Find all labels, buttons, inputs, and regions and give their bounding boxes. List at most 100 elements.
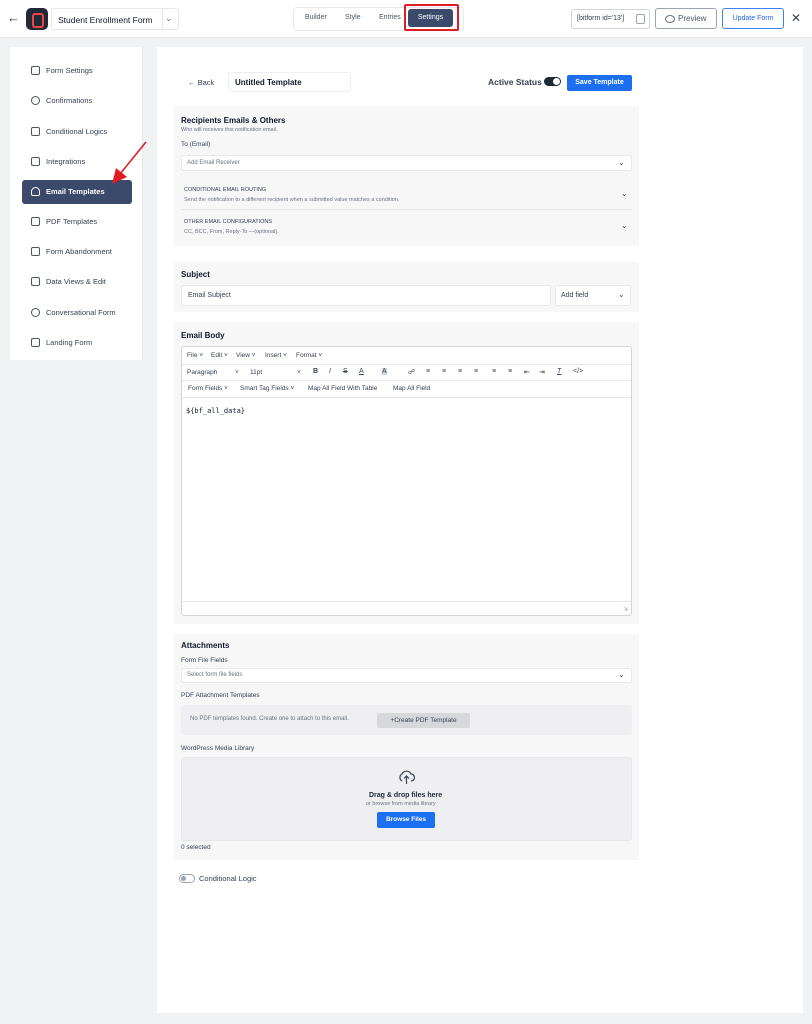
file-icon [31,217,40,226]
align-right-icon[interactable]: ≡ [458,368,462,375]
back-button[interactable]: ← Back [188,78,214,87]
sidebar-item-label: Form Abandonment [46,247,112,256]
outdent-icon[interactable]: ⇤ [524,368,530,376]
table-icon [31,277,40,286]
resize-handle-icon[interactable]: ⇲ [623,606,628,613]
media-library-label: WordPress Media Library [181,745,255,752]
code-icon [31,157,40,166]
back-label: Back [197,78,215,87]
block-format-select[interactable]: Paragraph [187,369,217,376]
italic-icon[interactable]: I [329,368,331,375]
chevron-down-icon: ⌄ [618,158,625,167]
conditional-routing-row[interactable]: CONDITIONAL EMAIL ROUTING Send the notif… [181,180,632,210]
file-fields-placeholder: Select form file fields [187,672,243,678]
bold-icon[interactable]: B [313,368,318,375]
menu-file[interactable]: File ˅ [187,352,203,359]
add-field-select[interactable]: Add field ⌄ [555,285,631,306]
drop-subtitle: or browse from media library [366,801,436,807]
sliders-icon [31,66,40,75]
sidebar-item-form-settings[interactable]: Form Settings [22,59,132,83]
form-fields-menu[interactable]: Form Fields ˅ [188,385,228,392]
menu-insert[interactable]: Insert ˅ [265,352,287,359]
tab-entries[interactable]: Entries [379,14,401,21]
attachments-title: Attachments [181,641,230,650]
bitform-logo [26,8,48,30]
other-config-desc: CC, BCC, From, Reply-To —(optional). [184,229,279,235]
sidebar-item-data-views[interactable]: Data Views & Edit [22,270,132,294]
shortcode-text: [bitform id='13'] [577,15,625,22]
sidebar-item-confirmations[interactable]: Confirmations [22,89,132,113]
rich-text-editor[interactable]: File ˅ Edit ˅ View ˅ Insert ˅ Format ˅ P… [181,346,632,616]
highlight-color-icon[interactable]: A [382,368,387,375]
tab-style[interactable]: Style [345,14,361,21]
drop-title: Drag & drop files here [369,792,443,799]
menu-format[interactable]: Format ˅ [296,352,322,359]
sidebar-item-label: Landing Form [46,338,93,347]
subject-input[interactable]: Email Subject [181,285,551,306]
sidebar-item-label: Integrations [46,157,86,166]
other-config-row[interactable]: OTHER EMAIL CONFIGURATIONS CC, BCC, From… [181,212,632,242]
sidebar-item-conversational-form[interactable]: Conversational Form [22,301,132,325]
sidebar-item-landing-form[interactable]: Landing Form [22,331,132,355]
subject-value: Email Subject [188,292,231,299]
to-email-field[interactable]: Add Email Receiver ⌄ [181,155,632,171]
chevron-down-icon: ⌄ [165,13,173,23]
sidebar-item-form-abandonment[interactable]: Form Abandonment [22,240,132,264]
file-fields-label: Form File Fields [181,657,228,664]
strikethrough-icon[interactable]: S [343,368,348,375]
align-center-icon[interactable]: ≡ [442,368,446,375]
preview-button[interactable]: Preview [655,8,717,29]
close-icon[interactable]: ✕ [791,11,801,25]
clear-format-icon[interactable]: T [557,368,561,375]
update-form-button[interactable]: Update Form [722,8,784,29]
link-icon[interactable]: ☍ [408,368,415,376]
source-code-icon[interactable]: </> [573,368,583,375]
email-body-title: Email Body [181,331,225,340]
tab-builder[interactable]: Builder [305,14,327,21]
conditional-logic-toggle[interactable] [179,874,195,883]
copy-icon[interactable] [636,14,645,24]
browse-files-button[interactable]: Browse Files [377,812,435,828]
form-icon [31,247,40,256]
indent-icon[interactable]: ⇥ [539,368,545,376]
file-fields-select[interactable]: Select form file fields ⌄ [181,668,632,683]
template-name-input[interactable]: Untitled Template [228,72,351,92]
chevron-down-icon: ˅ [297,369,301,376]
editor-statusbar [182,601,631,602]
sidebar-item-label: PDF Templates [46,217,98,226]
top-bar: ← Student Enrollment Form ⌄ Builder Styl… [0,0,812,38]
align-justify-icon[interactable]: ≡ [474,368,478,375]
form-selector[interactable]: Student Enrollment Form ⌄ [51,8,179,30]
add-field-label: Add field [561,292,589,299]
branch-icon [31,127,40,136]
align-left-icon[interactable]: ≡ [426,368,430,375]
smart-tag-fields-menu[interactable]: Smart Tag Fields ˅ [240,385,294,392]
chevron-down-icon: ⌄ [621,221,628,230]
sidebar-item-pdf-templates[interactable]: PDF Templates [22,210,132,234]
text-color-icon[interactable]: A [359,368,364,375]
save-template-button[interactable]: Save Template [567,75,632,91]
numbered-list-icon[interactable]: ≡ [492,368,496,375]
back-arrow-icon[interactable]: ← [7,11,21,25]
other-config-title: OTHER EMAIL CONFIGURATIONS [184,219,273,225]
create-pdf-template-button[interactable]: +Create PDF Template [377,713,470,728]
to-email-label: To (Email) [181,141,211,148]
font-size-select[interactable]: 11pt [250,369,262,376]
sidebar-item-label: Confirmations [46,96,93,105]
map-all-field-button[interactable]: Map All Field [393,385,430,392]
map-all-field-with-table-button[interactable]: Map All Field With Table [308,385,377,392]
editor-content[interactable]: ${bf_all_data} [186,407,245,415]
menu-view[interactable]: View ˅ [236,352,256,359]
active-status-toggle[interactable] [544,77,561,86]
conditional-logic-label: Conditional Logic [199,874,257,883]
selected-count: 0 selected [181,844,211,851]
template-name: Untitled Template [235,78,302,87]
sidebar-item-label: Form Settings [46,66,93,75]
toolbar-divider [182,380,631,381]
bullet-list-icon[interactable]: ≡ [508,368,512,375]
sidebar-item-label: Conversational Form [46,308,116,317]
sidebar-item-label: Email Templates [46,187,105,196]
chevron-down-icon: ⌄ [621,189,628,198]
chevron-down-icon: ˅ [235,369,239,376]
menu-edit[interactable]: Edit ˅ [211,352,228,359]
